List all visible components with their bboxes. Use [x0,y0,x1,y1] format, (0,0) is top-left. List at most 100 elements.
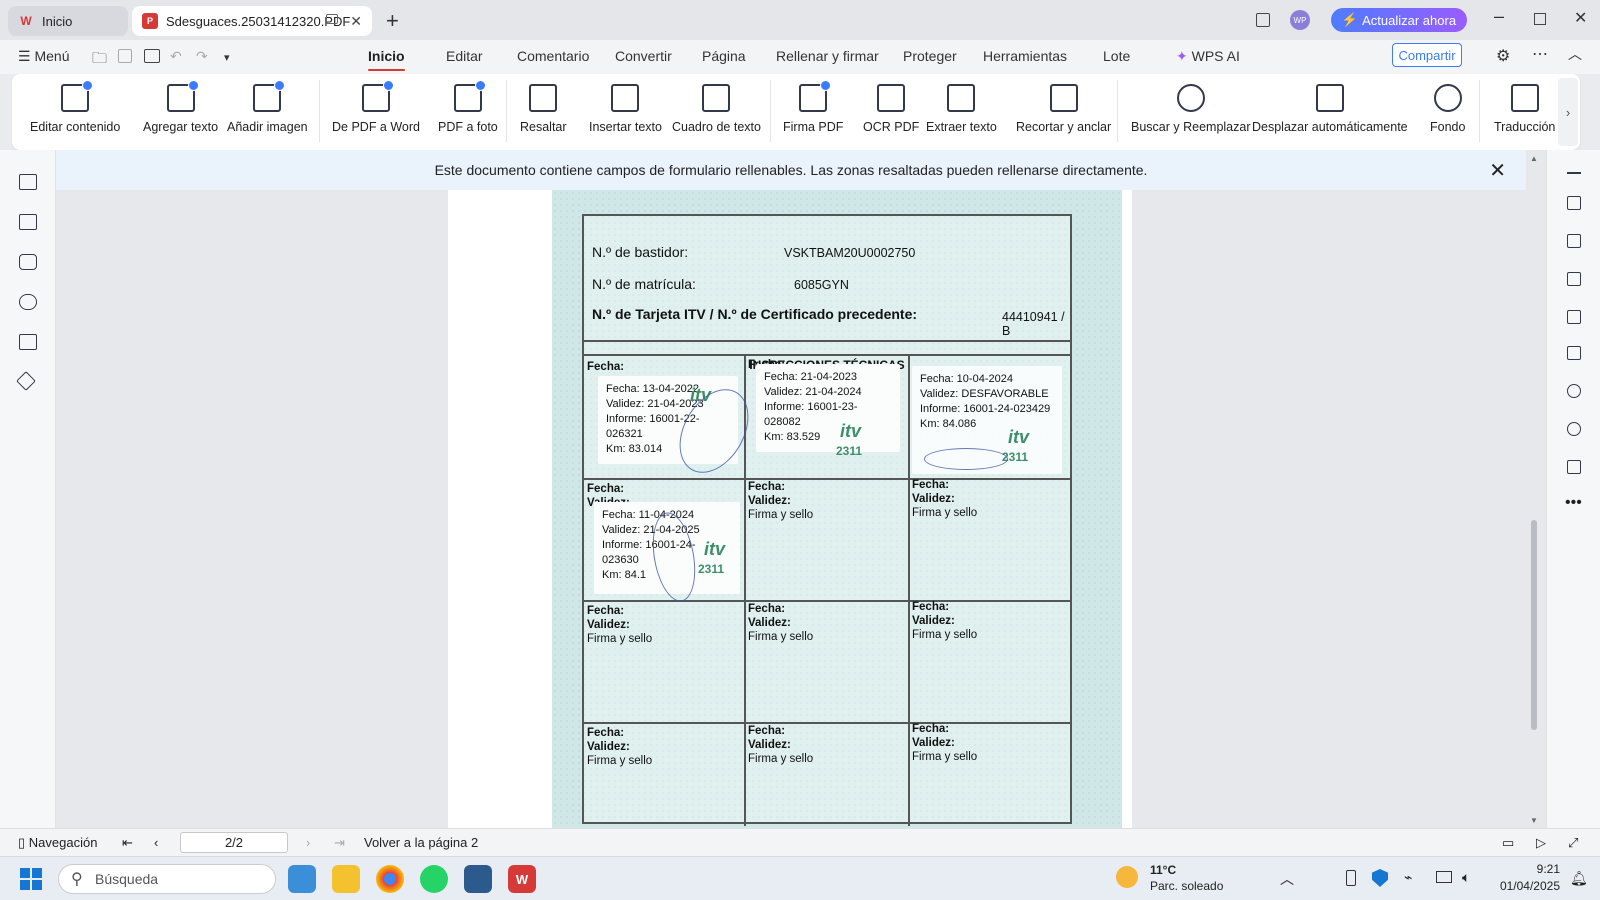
clock[interactable]: 9:21 01/04/2025 [1496,861,1560,895]
print-icon[interactable] [144,49,160,63]
tab-document[interactable]: P Sdesguaces.25031412320.PDF ✕ [132,6,372,36]
tray-chevron-icon[interactable]: ︿ [1280,869,1294,889]
background-button[interactable]: Fondo [1430,84,1465,134]
read-mode-icon[interactable]: ▭ [1502,835,1514,851]
prev-page-icon[interactable]: ‹ [154,835,158,850]
tab-home[interactable]: W Inicio [8,6,128,36]
crop-anchor-button[interactable]: Recortar y anclar [1016,84,1111,134]
undo-icon[interactable]: ↶ [170,48,182,65]
open-folder-icon[interactable]: 🗀 [92,48,107,73]
more-options-icon[interactable]: ⋯ [1532,44,1548,64]
next-page-icon[interactable]: › [306,835,310,850]
add-text-button[interactable]: Agregar texto [143,80,218,134]
share-button[interactable]: Compartir [1392,43,1462,67]
ribbon-scroll-right-icon[interactable]: › [1558,78,1578,146]
close-window-icon[interactable]: ✕ [1574,8,1587,28]
last-page-icon[interactable]: ⇥ [334,835,345,851]
tab-herramientas[interactable]: Herramientas [983,48,1067,64]
chevron-down-icon[interactable]: ▾ [224,51,230,64]
attachment-icon[interactable] [19,294,37,310]
menu-button[interactable]: ☰ Menú [18,48,69,65]
tab-pagina[interactable]: Página [702,48,746,64]
minimize-icon[interactable]: – [1494,6,1504,27]
ocr-pdf-button[interactable]: OCR PDF [863,84,919,134]
avatar[interactable]: WP [1290,10,1310,30]
add-image-button[interactable]: Añadir imagen [227,80,308,134]
file-explorer-icon[interactable] [332,865,360,893]
volume-icon[interactable]: 🔈︎ [1462,869,1470,886]
find-replace-button[interactable]: Buscar y Reemplazar [1131,84,1251,134]
taskbar-search[interactable]: ⚲ Búsqueda [58,864,276,894]
window-layout-icon[interactable] [1256,13,1270,27]
edit-content-button[interactable]: Editar contenido [30,80,120,134]
settings-gear-icon[interactable]: ⚙ [1496,46,1510,66]
play-icon[interactable]: ▷ [1536,835,1546,851]
navigation-button[interactable]: ▯ Navegación [18,835,97,851]
text-box-button[interactable]: Cuadro de texto [672,84,761,134]
auto-scroll-button[interactable]: Desplazar automáticamente [1252,84,1408,134]
tab-convertir[interactable]: Convertir [615,48,672,64]
page-number-input[interactable]: 2/2 [180,832,288,853]
first-page-icon[interactable]: ⇤ [122,835,133,851]
scrollbar-thumb[interactable] [1531,520,1537,730]
insert-text-button[interactable]: Insertar texto [589,84,662,134]
edit-icon[interactable] [1567,196,1581,210]
close-banner-icon[interactable]: ✕ [1489,158,1506,183]
page-icon[interactable] [1567,346,1581,360]
minus-icon[interactable] [1567,172,1581,174]
tab-lote[interactable]: Lote [1103,48,1130,64]
save-icon[interactable] [118,49,132,63]
redo-icon[interactable]: ↷ [196,48,208,65]
wps-ai-button[interactable]: ✦ WPS AI [1176,48,1240,65]
upgrade-button[interactable]: ⚡ Actualizar ahora [1331,8,1467,32]
pdf-to-photo-button[interactable]: PDF a foto [438,80,498,134]
find-replace-label: Buscar y Reemplazar [1131,120,1251,134]
highlight-button[interactable]: Resaltar [520,84,567,134]
usb-icon[interactable] [1346,870,1356,886]
store-app-icon[interactable] [288,865,316,893]
compare-icon[interactable] [1567,310,1581,324]
scroll-up-icon[interactable]: ▲ [1530,154,1538,163]
form-icon[interactable] [1567,234,1581,248]
tab-proteger[interactable]: Proteger [903,48,957,64]
shield-icon[interactable] [1372,869,1388,887]
pdf-signature-button[interactable]: Firma PDF [783,80,843,134]
display-icon[interactable] [1436,871,1452,883]
scroll-down-icon[interactable]: ▼ [1530,816,1538,825]
fullscreen-icon[interactable]: ⤢ [1568,835,1578,851]
close-tab-icon[interactable]: ✕ [350,13,362,30]
book-icon[interactable] [1567,460,1581,474]
itv-logo: itv [1008,427,1030,447]
windows-start-icon[interactable] [20,868,42,890]
app-icon[interactable] [464,865,492,893]
tab-inicio[interactable]: Inicio [368,48,405,71]
tab-comentario[interactable]: Comentario [517,48,589,64]
chrome-icon[interactable] [376,865,404,893]
wps-office-icon[interactable]: W [508,865,536,893]
restore-icon[interactable] [1534,13,1546,25]
comment-icon[interactable] [19,254,37,270]
help-icon[interactable] [1567,422,1581,436]
pdf-to-word-button[interactable]: De PDF a Word [332,80,420,134]
more-icon[interactable]: ••• [1565,494,1582,512]
ribbon-separator [506,80,507,142]
whatsapp-icon[interactable] [420,865,448,893]
tab-editar[interactable]: Editar [446,48,483,64]
vertical-scrollbar[interactable]: ▲ ▼ [1528,150,1540,828]
thumbnails-icon[interactable] [19,214,37,230]
pen-icon[interactable] [1567,272,1581,286]
notifications-icon[interactable]: 🔔︎ [1570,870,1588,887]
translate-button[interactable]: Traducción [1494,84,1555,134]
bookmark-icon[interactable] [19,174,37,190]
network-icon[interactable]: ⌁ [1404,869,1412,886]
collapse-ribbon-icon[interactable]: ︿ [1568,44,1582,64]
signature-icon[interactable] [19,334,37,350]
tab-rellenar-firmar[interactable]: Rellenar y firmar [776,48,879,64]
search-icon[interactable] [1567,384,1581,398]
monitor-icon[interactable] [326,14,338,24]
layers-icon[interactable] [16,371,36,391]
extract-text-button[interactable]: Extraer texto [926,84,997,134]
weather-widget[interactable]: 11°C Parc. soleado [1116,862,1223,894]
new-tab-button[interactable]: + [386,8,399,34]
back-to-page-link[interactable]: Volver a la página 2 [364,835,478,850]
